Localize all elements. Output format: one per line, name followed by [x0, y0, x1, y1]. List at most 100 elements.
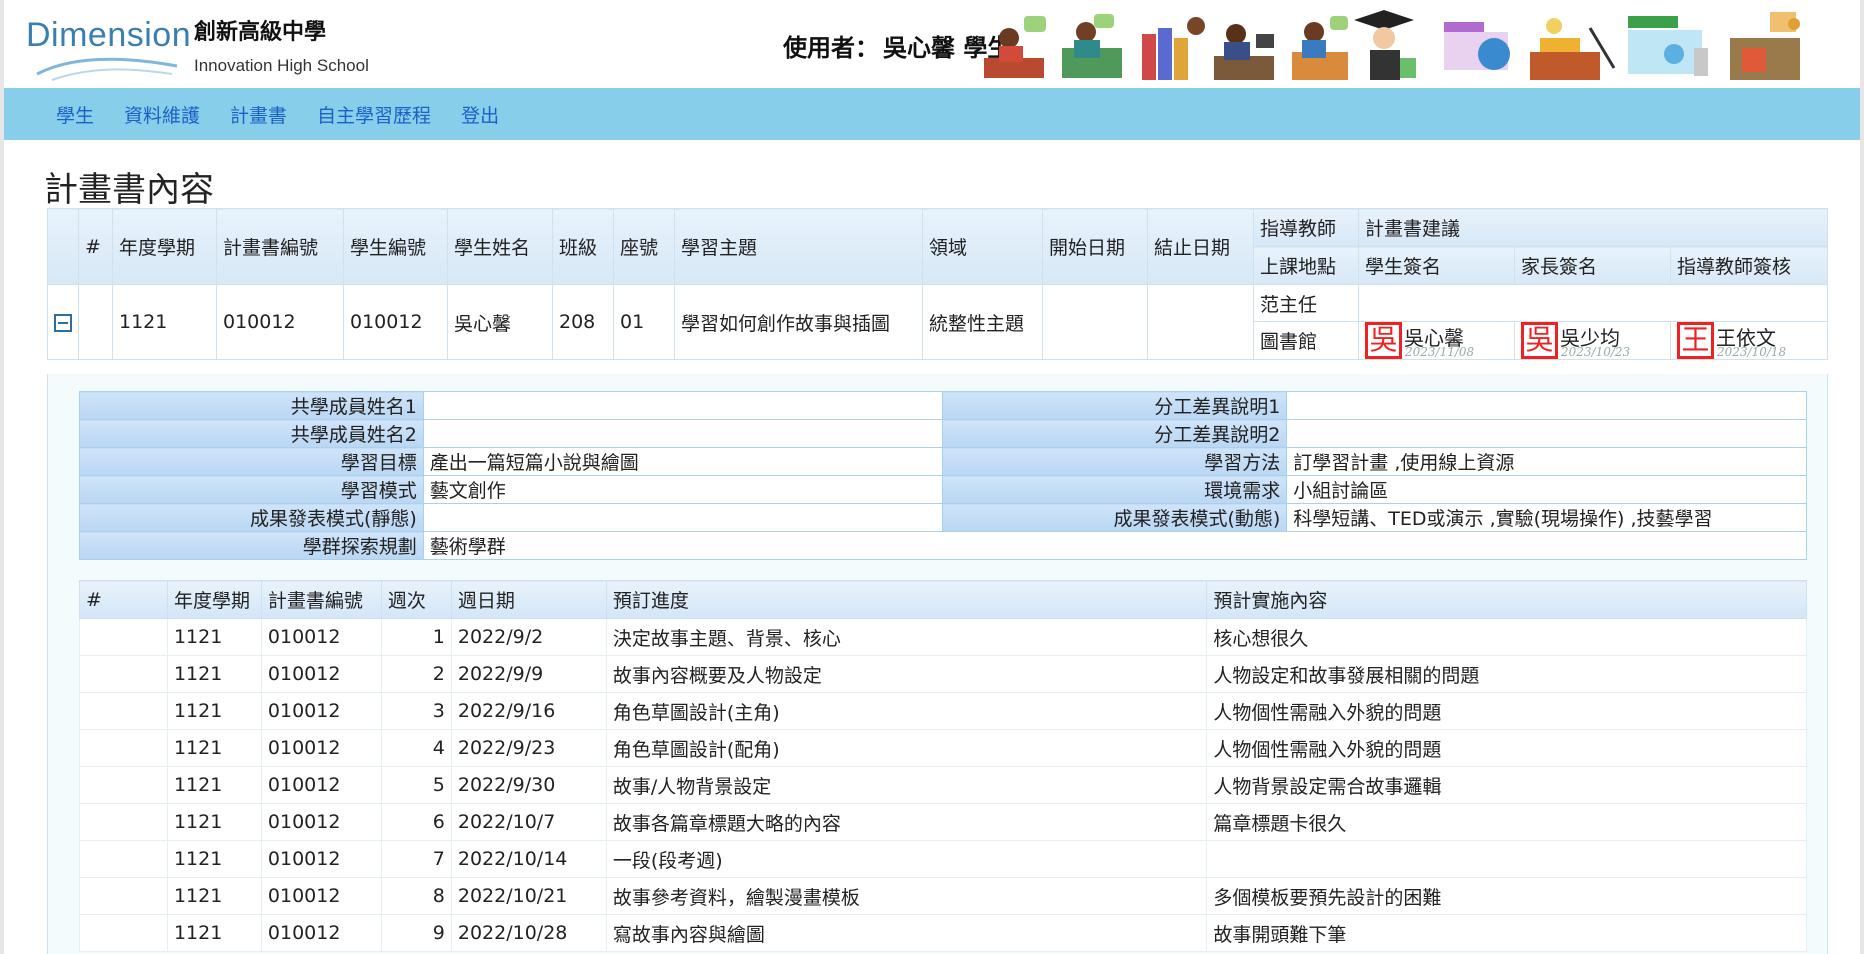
schedule-header-term[interactable]: 年度學期 — [166, 580, 262, 619]
row-progress: 故事參考資料，繪製漫畫模板 — [605, 877, 1208, 915]
label-learning-mode: 學習模式 — [79, 475, 424, 504]
value-learning-method: 訂學習計畫 ,使用線上資源 — [1286, 447, 1807, 476]
row-date: 2022/9/2 — [450, 618, 607, 656]
row-date: 2022/10/7 — [450, 803, 607, 841]
header-start-date[interactable]: 開始日期 — [1042, 208, 1148, 285]
header-location[interactable]: 上課地點 — [1253, 246, 1359, 285]
row-term: 1121 — [166, 877, 262, 915]
cell-term: 1121 — [112, 284, 217, 360]
table-row: 1121 010012 3 2022/9/16 角色草圖設計(主角) 人物個性需… — [79, 692, 1807, 730]
row-week: 4 — [380, 729, 452, 767]
row-plan-id: 010012 — [260, 692, 382, 730]
nav-item-data-maintenance[interactable]: 資料維護 — [124, 101, 200, 128]
school-logo[interactable]: Dimension — [22, 10, 191, 82]
row-week: 8 — [380, 877, 452, 915]
reading-student-icon — [984, 16, 1046, 78]
nav-item-student[interactable]: 學生 — [56, 101, 94, 128]
row-content: 人物背景設定需合故事邏輯 — [1206, 766, 1807, 804]
books-lamp-icon — [1530, 18, 1616, 80]
header-term[interactable]: 年度學期 — [112, 208, 217, 285]
science-board-icon — [1628, 16, 1708, 76]
header-expand — [47, 208, 79, 285]
header-seat[interactable]: 座號 — [613, 208, 675, 285]
table-row: 1121 010012 5 2022/9/30 故事/人物背景設定 人物背景設定… — [79, 766, 1807, 804]
value-learning-goal: 產出一篇短篇小說與繪圖 — [422, 447, 944, 476]
cell-suggestion — [1358, 284, 1828, 322]
header-class[interactable]: 班級 — [552, 208, 614, 285]
teacher-signature: 王 王依文 2023/10/18 — [1677, 322, 1821, 359]
label-presentation-dynamic: 成果發表模式(動態) — [942, 503, 1288, 532]
header-student-id[interactable]: 學生編號 — [343, 208, 448, 285]
student-signature: 吳 吳心馨 2023/11/08 — [1365, 322, 1508, 359]
nav-item-learning-history[interactable]: 自主學習歷程 — [317, 101, 431, 128]
plan-info-table: 共學成員姓名1 分工差異說明1 共學成員姓名2 分工差異說明2 學習目標 產出一… — [79, 391, 1808, 560]
header-student-name[interactable]: 學生姓名 — [447, 208, 553, 285]
schedule-header-progress[interactable]: 預訂進度 — [605, 580, 1208, 619]
student-seal: 吳 — [1365, 322, 1402, 359]
school-name-chinese: 創新高級中學 — [194, 20, 327, 45]
nav-item-logout[interactable]: 登出 — [461, 101, 499, 128]
collapse-toggle-icon[interactable] — [54, 313, 72, 332]
label-learning-method: 學習方法 — [942, 447, 1288, 476]
cell-start-date — [1042, 284, 1148, 360]
row-plan-id: 010012 — [260, 655, 382, 693]
row-date: 2022/9/30 — [450, 766, 607, 804]
row-content: 多個模板要預先設計的困難 — [1206, 877, 1807, 915]
row-plan-id: 010012 — [260, 877, 382, 915]
row-num — [79, 877, 168, 915]
logo-text: Dimension — [26, 16, 192, 54]
school-name: 創新高級中學 Innovation High School — [194, 14, 369, 76]
row-date: 2022/10/21 — [450, 877, 607, 915]
cell-teacher-sign: 王 王依文 2023/10/18 — [1670, 321, 1828, 360]
site-header: Dimension 創新高級中學 Innovation High School … — [4, 0, 1860, 88]
row-plan-id: 010012 — [260, 729, 382, 767]
header-plan-id[interactable]: 計畫書編號 — [216, 208, 344, 285]
cell-student-name: 吳心馨 — [447, 284, 553, 360]
label-diff-2: 分工差異說明2 — [942, 419, 1288, 448]
row-date: 2022/9/16 — [450, 692, 607, 730]
cell-student-id: 010012 — [343, 284, 448, 360]
header-teacher-sign[interactable]: 指導教師簽核 — [1670, 246, 1828, 285]
header-student-sign[interactable]: 學生簽名 — [1358, 246, 1515, 285]
header-num: # — [78, 208, 113, 285]
row-term: 1121 — [166, 914, 262, 952]
parent-sign-date: 2023/10/23 — [1561, 345, 1631, 359]
row-date: 2022/10/28 — [450, 914, 607, 952]
row-term: 1121 — [166, 692, 262, 730]
value-presentation-static — [422, 503, 944, 532]
row-date: 2022/9/9 — [450, 655, 607, 693]
row-progress: 故事/人物背景設定 — [605, 766, 1208, 804]
school-name-english: Innovation High School — [194, 56, 369, 75]
header-end-date[interactable]: 結止日期 — [1147, 208, 1254, 285]
row-content — [1206, 840, 1807, 878]
header-suggestion[interactable]: 計畫書建議 — [1358, 208, 1828, 247]
parent-signature: 吳 吳少均 2023/10/23 — [1521, 322, 1664, 359]
row-content: 篇章標題卡很久 — [1206, 803, 1807, 841]
desk-student-icon — [1214, 24, 1274, 80]
row-num — [79, 840, 168, 878]
row-progress: 故事各篇章標題大略的內容 — [605, 803, 1208, 841]
row-term: 1121 — [166, 803, 262, 841]
teacher-laptop-icon — [1292, 16, 1348, 80]
row-progress: 故事內容概要及人物設定 — [605, 655, 1208, 693]
row-date: 2022/10/14 — [450, 840, 607, 878]
header-advisor[interactable]: 指導教師 — [1253, 208, 1359, 247]
header-parent-sign[interactable]: 家長簽名 — [1514, 246, 1671, 285]
user-label: 使用者： — [783, 34, 879, 62]
row-num — [79, 618, 168, 656]
nav-item-plan[interactable]: 計畫書 — [230, 101, 287, 128]
row-content: 故事開頭難下筆 — [1206, 914, 1807, 952]
header-domain[interactable]: 領域 — [922, 208, 1043, 285]
schedule-header-content[interactable]: 預計實施內容 — [1206, 580, 1807, 619]
header-topic[interactable]: 學習主題 — [674, 208, 923, 285]
row-num — [79, 803, 168, 841]
cell-class: 208 — [552, 284, 614, 360]
schedule-header-week[interactable]: 週次 — [380, 580, 452, 619]
schedule-header-plan-id[interactable]: 計畫書編號 — [260, 580, 382, 619]
row-week: 5 — [380, 766, 452, 804]
students-illustration-banner — [984, 10, 1800, 80]
label-career-exploration: 學群探索規劃 — [79, 531, 424, 560]
schedule-header-date[interactable]: 週日期 — [450, 580, 607, 619]
teacher-seal: 王 — [1677, 322, 1714, 359]
schedule-header-num: # — [79, 580, 168, 619]
